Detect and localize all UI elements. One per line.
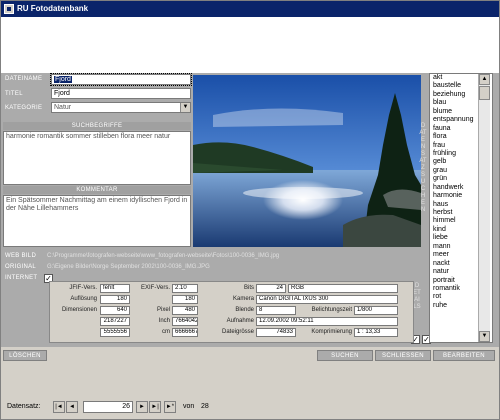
blende-field[interactable]: 8 — [256, 306, 296, 315]
exif-field[interactable]: 2.10 — [172, 284, 198, 293]
dimensionen-field-2[interactable]: 480 — [172, 306, 198, 315]
original-path: G:\Eigene Bilder\Norge September 2002\10… — [47, 264, 210, 270]
inch-label: Inch — [158, 318, 170, 324]
aufloesung-field-1[interactable]: 180 — [100, 295, 130, 304]
jfif-label: JFIF-Vers. — [69, 285, 97, 291]
dateigroesse-label: Dateigrösse — [221, 329, 254, 335]
cm-field-1[interactable]: 5555556 — [100, 328, 130, 337]
new-record-icon[interactable]: ►* — [164, 401, 176, 413]
chevron-down-icon[interactable]: ▼ — [180, 103, 190, 112]
header-blank-area — [1, 17, 499, 73]
kommentar-memo[interactable]: Ein Spätsommer Nachmittag am einem idyll… — [3, 195, 191, 247]
total-records: 28 — [201, 403, 209, 410]
webbild-label: WEB BILD — [5, 253, 37, 259]
suchen-button[interactable]: SUCHEN — [317, 350, 373, 361]
title-bar[interactable]: RU Fotodatenbank — [1, 1, 499, 17]
dimensionen-field-1[interactable]: 640 — [100, 306, 130, 315]
komprimierung-field[interactable]: 1 : 13,33 — [354, 328, 398, 337]
belichtungszeit-label: Belichtungszeit — [311, 307, 352, 313]
original-label: ORIGINAL — [5, 264, 37, 270]
kamera-field[interactable]: Canon DIGITAL IXUS 300 — [256, 295, 398, 304]
cm-field-2[interactable]: 6666667 — [172, 328, 198, 337]
komprimierung-label: Komprimierung — [311, 329, 352, 335]
scroll-up-icon[interactable]: ▲ — [479, 74, 490, 85]
first-record-icon[interactable]: |◄ — [53, 401, 65, 413]
dateigroesse-field[interactable]: 74833 — [256, 328, 296, 337]
next-record-icon[interactable]: ► — [136, 401, 148, 413]
previous-record-icon[interactable]: ◄ — [66, 401, 78, 413]
suchbegriffe-header: SUCHBEGRIFFE — [3, 122, 191, 130]
inch-field-2[interactable]: 7664042 — [172, 317, 198, 326]
scroll-down-icon[interactable]: ▼ — [479, 331, 490, 342]
datensatz-label: Datensatz: — [7, 403, 41, 410]
kategorie-combo[interactable]: Natur ▼ — [51, 102, 191, 113]
current-record-field[interactable]: 26 — [83, 401, 133, 413]
bits-label: Bits — [243, 285, 254, 291]
aufloesung-label: Auflösung — [70, 296, 97, 302]
kamera-label: Kamera — [232, 296, 254, 302]
color-mode-field[interactable]: RGB — [288, 284, 398, 293]
app-icon — [4, 4, 14, 14]
datensatz-suchen-vertical-label: DATENSATZ SUCHEN — [419, 123, 427, 213]
loeschen-button[interactable]: LÖSCHEN — [3, 350, 47, 361]
jfif-field[interactable]: fehlt — [100, 284, 130, 293]
scroll-thumb[interactable] — [479, 86, 490, 100]
details-vertical-label: DETAILS — [413, 283, 421, 310]
window-title: RU Fotodatenbank — [17, 4, 89, 13]
aufnahme-field[interactable]: 12.09.2002 09:52:11 — [256, 317, 398, 326]
schliessen-button[interactable]: SCHLIESSEN — [375, 350, 431, 361]
pixel-label: Pixel — [156, 307, 170, 313]
record-navigation-bar: Datensatz: |◄ ◄ 26 ► ►| ►* von 28 — [1, 396, 499, 418]
photo-preview — [193, 75, 421, 247]
last-record-icon[interactable]: ►| — [149, 401, 161, 413]
exif-label: EXIF-Vers. — [140, 285, 170, 291]
webbild-path: C:\Programme\fotografen-webseite\www_fot… — [47, 253, 280, 259]
dateiname-field[interactable]: Fjord — [50, 73, 192, 86]
blende-label: Blende — [235, 307, 254, 313]
inch-field-1[interactable]: 2187227 — [100, 317, 130, 326]
dimensionen-label: Dimensionen — [61, 307, 97, 313]
application-window: RU Fotodatenbank DATEINAME Fjord TITEL F… — [0, 0, 500, 420]
bits-field[interactable]: 24 — [256, 284, 286, 293]
kommentar-header: KOMMENTAR — [3, 186, 191, 194]
internet-label: INTERNET — [5, 275, 38, 281]
bearbeiten-button[interactable]: BEARBEITEN — [433, 350, 495, 361]
titel-label: TITEL — [5, 91, 23, 97]
aufloesung-field-2[interactable]: 180 — [172, 295, 198, 304]
von-label: von — [183, 403, 195, 410]
belichtungszeit-field[interactable]: 1/800 — [354, 306, 398, 315]
kategorie-label: KATEGORIE — [5, 105, 43, 111]
dateiname-label: DATEINAME — [5, 76, 43, 82]
image-info-panel: JFIF-Vers. fehlt EXIF-Vers. 2.10 Auflösu… — [49, 281, 414, 343]
cm-label: cm — [162, 329, 170, 335]
keyword-list-scrollbar[interactable]: ▲ ▼ — [478, 74, 490, 342]
aufnahme-label: Aufnahme — [226, 318, 254, 324]
suchbegriffe-memo[interactable]: harmonie romantik sommer stilleben flora… — [3, 131, 191, 185]
titel-field[interactable]: Fjord — [51, 88, 191, 99]
